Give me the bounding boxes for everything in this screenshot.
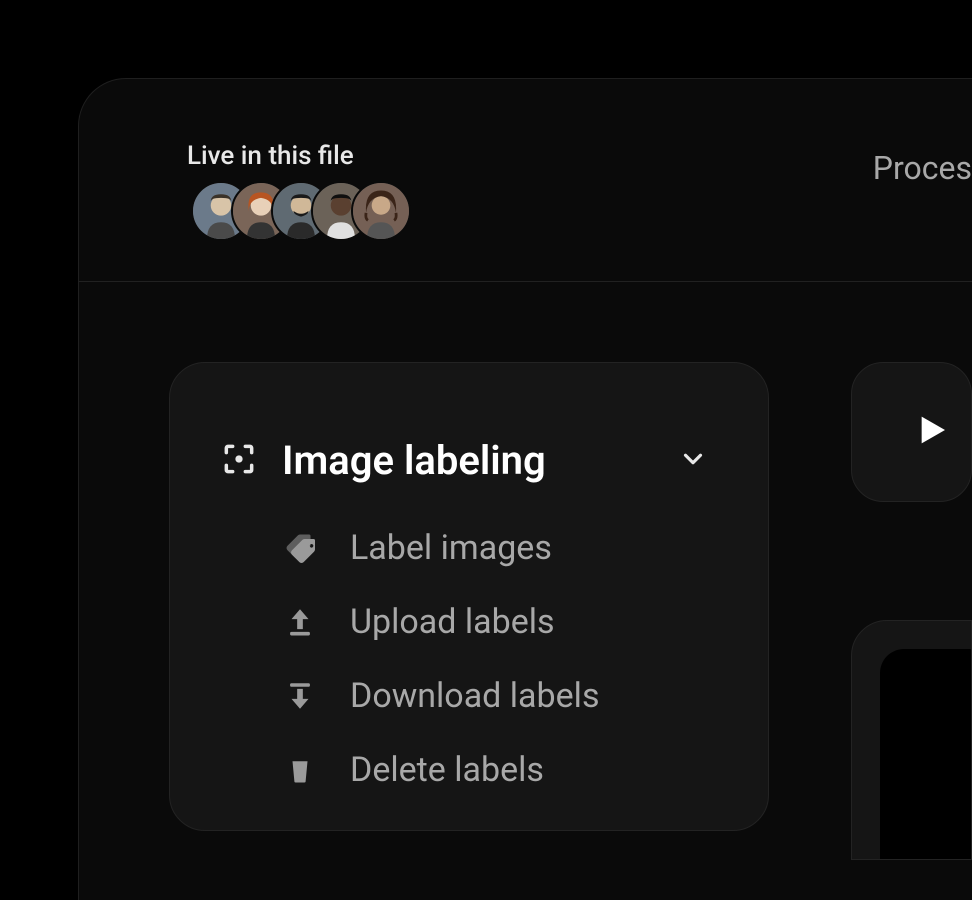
play-icon (910, 410, 950, 454)
trash-icon (280, 753, 320, 787)
image-labeling-panel: Image labeling Label images (169, 362, 769, 831)
avatar[interactable] (351, 181, 411, 241)
tab-process[interactable]: Proces (873, 149, 972, 187)
menu-item-label: Upload labels (350, 602, 555, 642)
menu-list: Label images Upload labels (220, 528, 718, 790)
menu-item-delete-labels[interactable]: Delete labels (280, 750, 718, 790)
focus-frame-icon (220, 440, 258, 482)
avatar-stack (187, 181, 411, 241)
side-cards (851, 362, 972, 860)
preview-inner (880, 649, 971, 859)
presence-label: Live in this file (187, 141, 411, 171)
menu-item-label-images[interactable]: Label images (280, 528, 718, 568)
download-icon (280, 679, 320, 713)
menu-item-label: Download labels (350, 676, 600, 716)
app-window: Live in this file Proces (78, 78, 972, 900)
content-area: Image labeling Label images (79, 282, 972, 860)
chevron-down-icon (678, 444, 708, 478)
menu-item-download-labels[interactable]: Download labels (280, 676, 718, 716)
menu-item-upload-labels[interactable]: Upload labels (280, 602, 718, 642)
play-card[interactable] (851, 362, 972, 502)
panel-title: Image labeling (282, 437, 654, 484)
top-bar: Live in this file Proces (79, 79, 972, 282)
upload-icon (280, 605, 320, 639)
preview-card (851, 620, 972, 860)
panel-header[interactable]: Image labeling (220, 437, 718, 484)
menu-item-label: Delete labels (350, 750, 544, 790)
presence-block: Live in this file (187, 141, 411, 241)
menu-item-label: Label images (350, 528, 552, 568)
tag-icon (280, 530, 320, 566)
